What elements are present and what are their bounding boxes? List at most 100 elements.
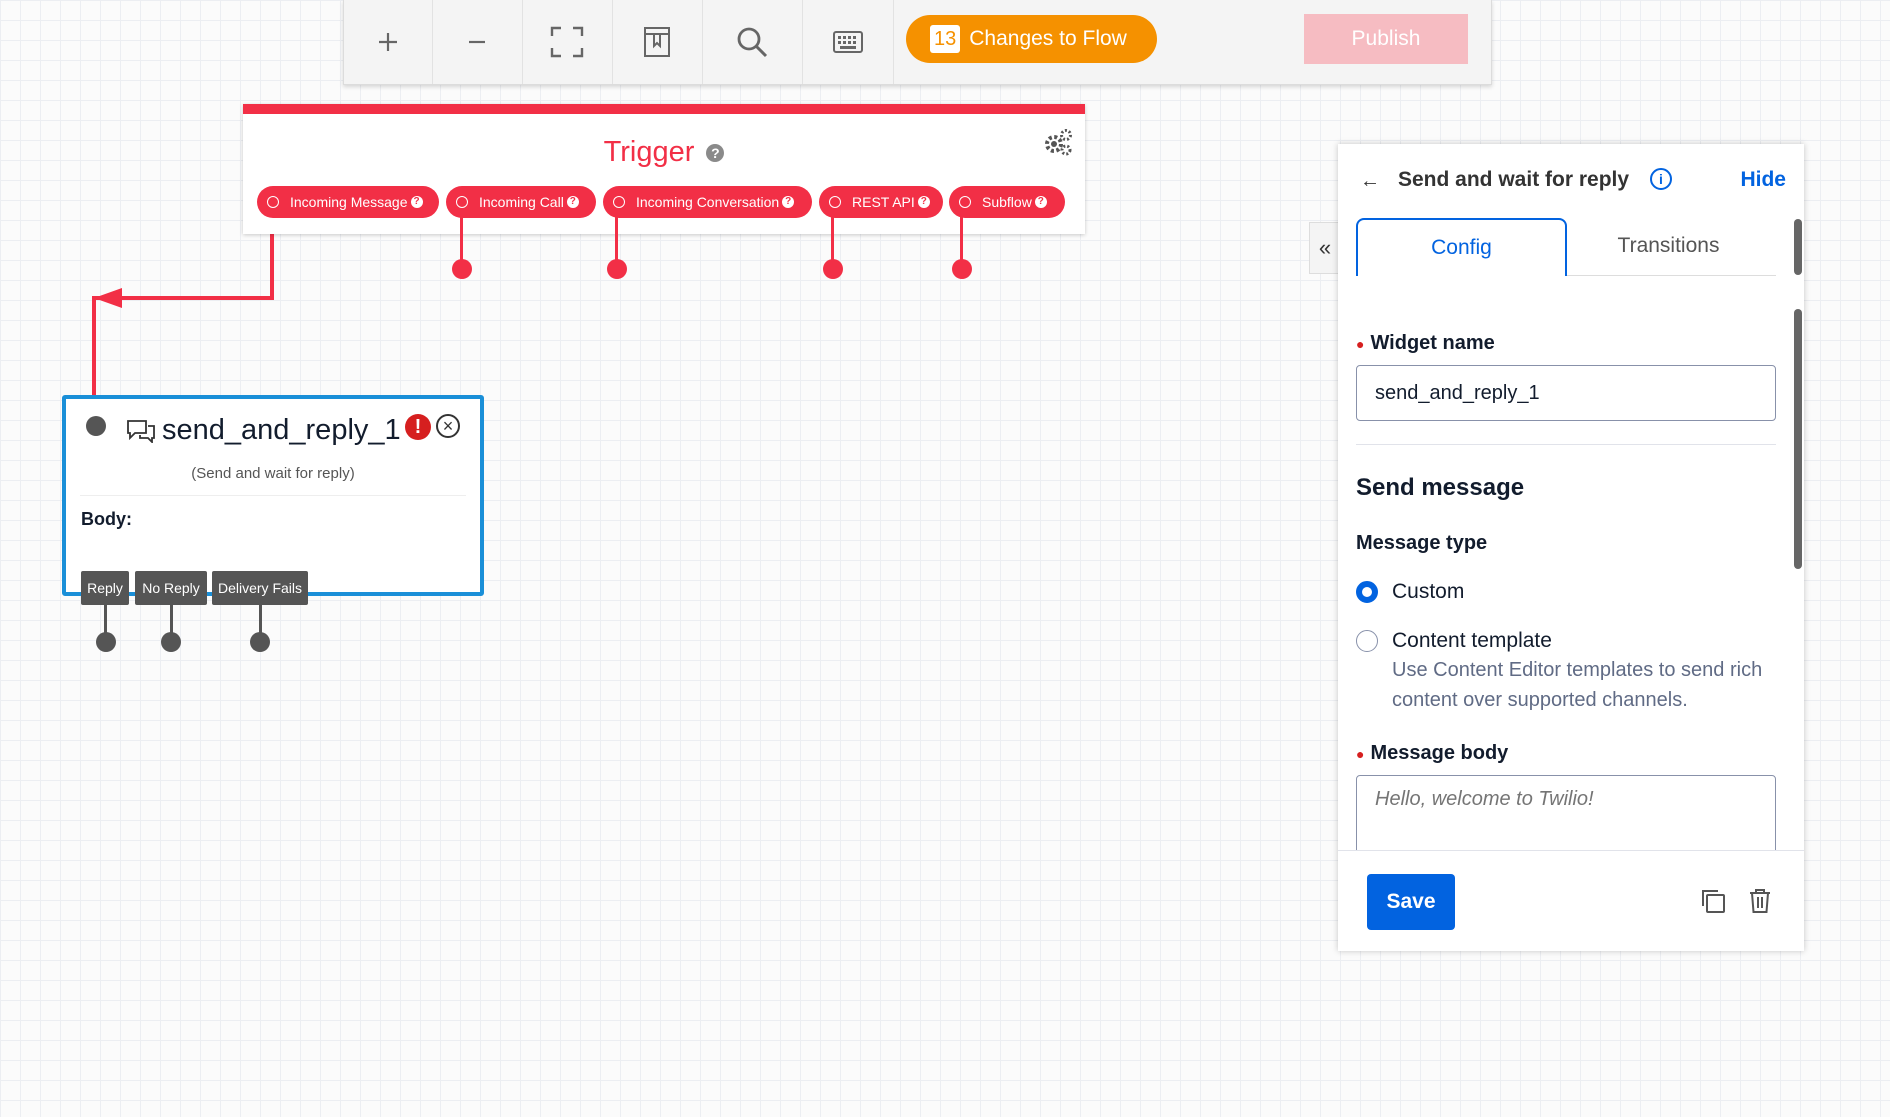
tab-config[interactable]: Config xyxy=(1356,218,1567,276)
trigger-pill-subflow[interactable]: Subflow? xyxy=(949,186,1065,218)
save-button[interactable]: Save xyxy=(1367,874,1455,930)
trigger-output-port[interactable] xyxy=(823,259,843,279)
copy-icon xyxy=(1702,890,1725,913)
trigger-connector-line xyxy=(92,296,96,398)
trigger-connector-line xyxy=(270,224,274,300)
changes-label: Changes to Flow xyxy=(969,27,1127,50)
duplicate-widget-button[interactable] xyxy=(1700,888,1726,919)
widget-type-text: (Send and wait for reply) xyxy=(191,465,355,482)
trigger-output-port[interactable] xyxy=(452,259,472,279)
port-stem xyxy=(460,210,463,265)
pill-label: Incoming Call xyxy=(479,194,564,210)
widget-input-port[interactable] xyxy=(86,416,106,436)
pill-label: REST API xyxy=(852,194,915,210)
port-stem xyxy=(831,210,834,265)
trigger-output-port[interactable] xyxy=(607,259,627,279)
trigger-pill-rest-api[interactable]: REST API? xyxy=(819,186,943,218)
radio-content-template-label[interactable]: Content template xyxy=(1392,629,1552,653)
zoom-out-button[interactable] xyxy=(432,0,523,84)
search-button[interactable] xyxy=(702,0,802,84)
port-stem xyxy=(960,210,963,265)
required-dot-icon: ● xyxy=(1356,745,1365,762)
toolbar: 13 Changes to Flow Publish xyxy=(343,0,1492,85)
error-icon: ! xyxy=(405,414,431,440)
publish-button[interactable]: Publish xyxy=(1304,14,1468,64)
gears-icon xyxy=(1045,129,1072,156)
hide-panel-link[interactable]: Hide xyxy=(1740,168,1786,192)
close-icon[interactable]: × xyxy=(436,414,460,438)
tabs-scrollbar[interactable] xyxy=(1794,219,1802,275)
help-icon[interactable]: ? xyxy=(410,196,423,208)
transition-reply[interactable]: Reply xyxy=(81,571,129,605)
search-icon xyxy=(737,27,768,58)
divider xyxy=(1356,444,1776,445)
port-ring-icon xyxy=(267,196,279,208)
widget-config-panel: ← Send and wait for reply i Hide Config … xyxy=(1338,144,1804,951)
port-ring-icon xyxy=(613,196,625,208)
zoom-in-icon xyxy=(379,33,397,51)
panel-title: Send and wait for reply xyxy=(1398,168,1630,191)
bookmark-icon xyxy=(644,27,670,57)
divider xyxy=(80,495,466,496)
widget-name-label-text: Widget name xyxy=(1370,332,1495,354)
transition-no-reply[interactable]: No Reply xyxy=(135,571,207,605)
pill-label: Subflow xyxy=(982,194,1032,210)
trigger-title-text: Trigger xyxy=(603,136,695,168)
delete-widget-button[interactable] xyxy=(1748,888,1772,919)
arrow-head-icon xyxy=(94,288,122,308)
port-stem xyxy=(104,605,107,635)
changes-to-flow-button[interactable]: 13 Changes to Flow xyxy=(906,15,1157,63)
reply-output-port[interactable] xyxy=(96,632,116,652)
delivery-fails-output-port[interactable] xyxy=(250,632,270,652)
port-stem xyxy=(615,210,618,265)
port-ring-icon xyxy=(829,196,841,208)
trigger-widget[interactable]: Trigger ? Incoming Message? Incoming Cal… xyxy=(243,104,1085,234)
message-body-label: ● Message body xyxy=(1356,742,1508,765)
message-body-input[interactable] xyxy=(1356,775,1776,855)
changes-count-badge: 13 xyxy=(930,25,961,53)
widget-name-input[interactable] xyxy=(1356,365,1776,421)
tab-transitions[interactable]: Transitions xyxy=(1565,218,1772,274)
port-ring-icon xyxy=(456,196,468,208)
help-icon[interactable]: ? xyxy=(706,144,725,163)
no-reply-output-port[interactable] xyxy=(161,632,181,652)
trigger-title: Trigger ? xyxy=(243,136,1085,169)
help-icon[interactable]: ? xyxy=(566,196,579,208)
trash-icon xyxy=(1750,889,1770,913)
port-stem xyxy=(259,605,262,635)
fit-screen-button[interactable] xyxy=(522,0,613,84)
trigger-pill-incoming-conversation[interactable]: Incoming Conversation? xyxy=(603,186,812,218)
widget-name-text: send_and_reply_1 xyxy=(162,414,401,446)
required-dot-icon: ● xyxy=(1356,335,1365,352)
message-type-label: Message type xyxy=(1356,532,1488,554)
zoom-out-icon xyxy=(469,40,485,44)
pill-label: Incoming Conversation xyxy=(636,194,780,210)
radio-custom[interactable] xyxy=(1356,581,1378,603)
back-arrow-icon[interactable]: ← xyxy=(1360,170,1380,193)
send-and-reply-widget[interactable]: send_and_reply_1 ! × (Send and wait for … xyxy=(62,395,484,596)
content-template-help-text: Use Content Editor templates to send ric… xyxy=(1392,659,1763,711)
info-icon[interactable]: i xyxy=(1650,168,1672,190)
keyboard-shortcuts-button[interactable] xyxy=(802,0,894,84)
widget-name-label: ● Widget name xyxy=(1356,332,1495,355)
radio-content-template[interactable] xyxy=(1356,630,1378,652)
trigger-output-port[interactable] xyxy=(952,259,972,279)
fit-screen-icon xyxy=(550,26,584,58)
trigger-settings-button[interactable] xyxy=(1043,128,1073,161)
keyboard-icon xyxy=(833,31,863,53)
trigger-pill-incoming-call[interactable]: Incoming Call? xyxy=(446,186,596,218)
zoom-in-button[interactable] xyxy=(344,0,433,84)
panel-tabs: Config Transitions xyxy=(1356,218,1776,276)
help-icon[interactable]: ? xyxy=(917,196,930,208)
port-stem xyxy=(170,605,173,635)
panel-scrollbar[interactable] xyxy=(1794,309,1802,569)
transition-delivery-fails[interactable]: Delivery Fails xyxy=(212,571,308,605)
help-icon[interactable]: ? xyxy=(1034,196,1047,208)
pill-label: Incoming Message xyxy=(290,194,408,210)
radio-custom-label[interactable]: Custom xyxy=(1392,580,1464,604)
bookmark-button[interactable] xyxy=(612,0,703,84)
collapse-panel-button[interactable]: « xyxy=(1309,222,1340,274)
chat-bubbles-icon xyxy=(127,419,155,443)
help-icon[interactable]: ? xyxy=(782,196,795,208)
trigger-pill-incoming-message[interactable]: Incoming Message? xyxy=(257,186,439,218)
